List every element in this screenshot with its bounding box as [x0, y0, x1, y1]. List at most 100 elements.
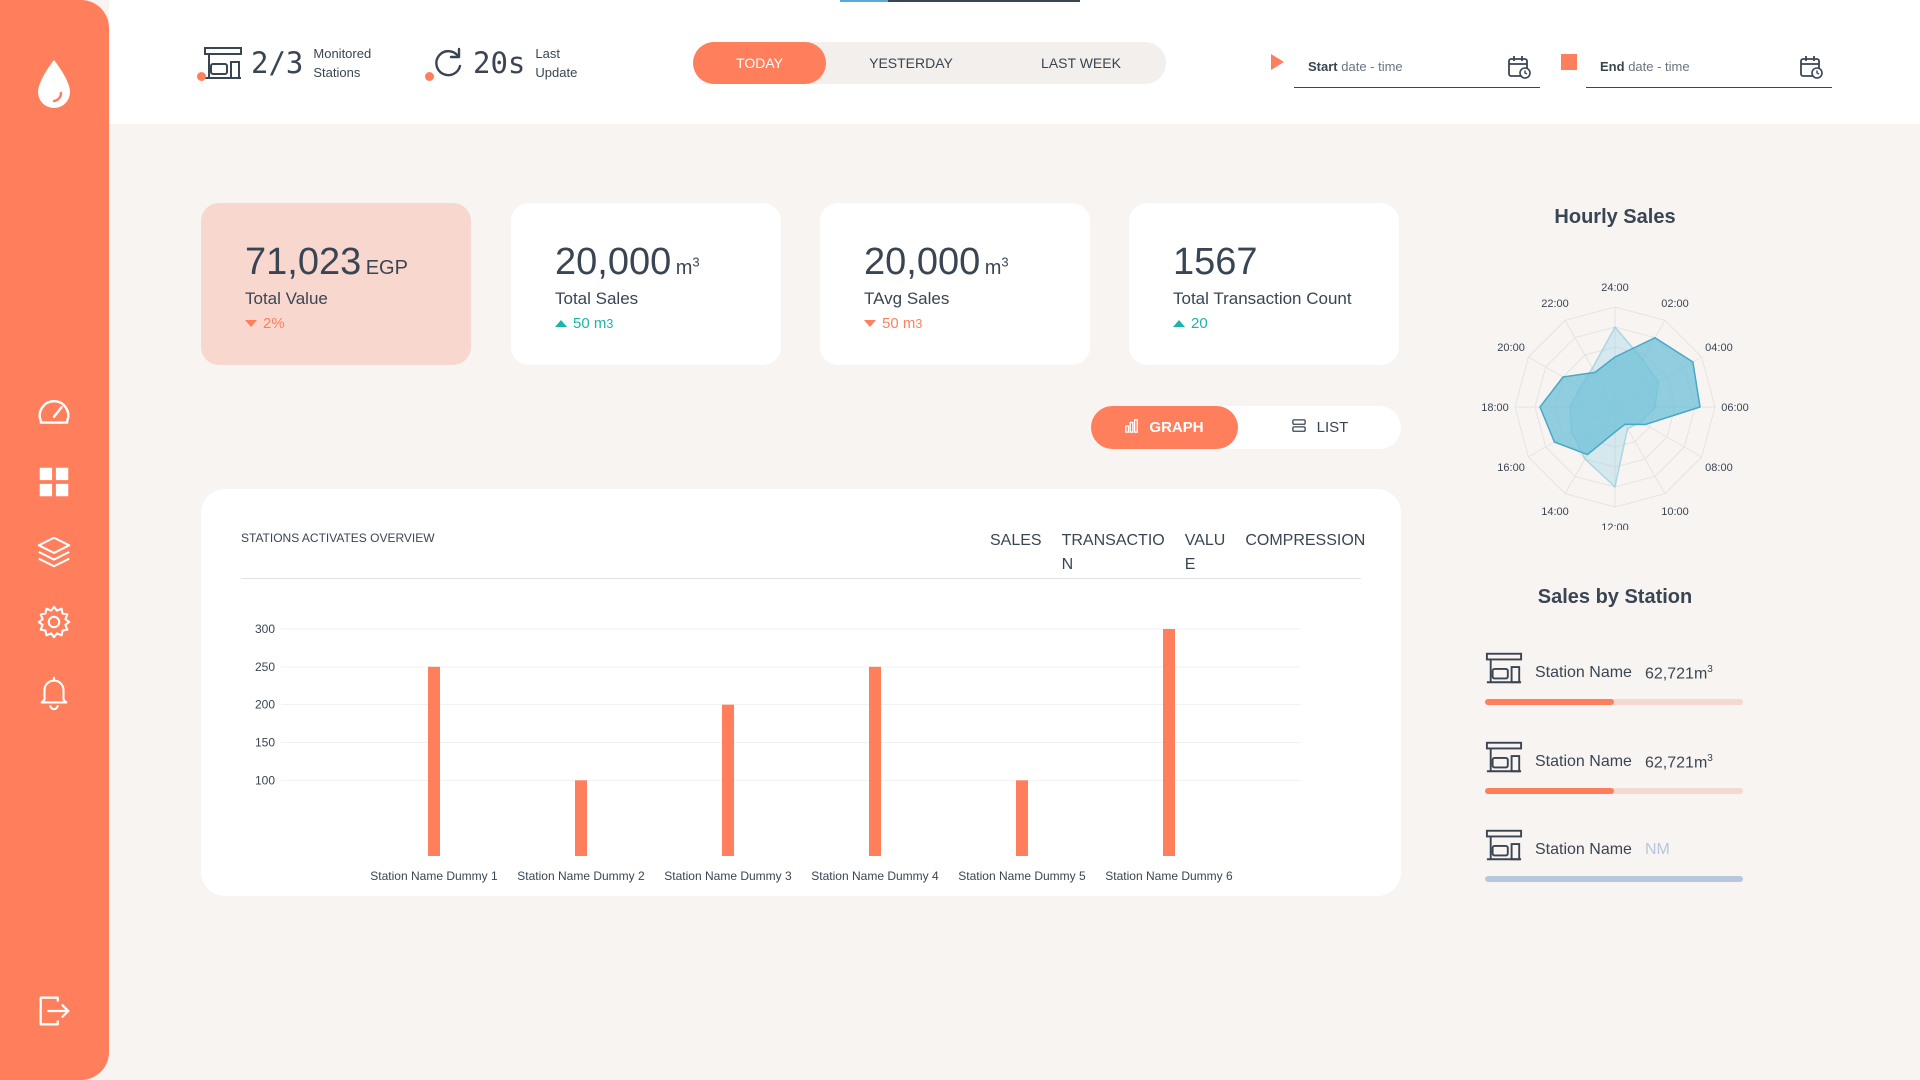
- stations-label: Monitored Stations: [313, 46, 372, 80]
- kpi-unit: m3: [675, 254, 700, 279]
- kpi-value: 20,000: [864, 241, 981, 283]
- bar: [869, 666, 881, 856]
- stations-bar-chart: 100 150 200 250 300 Station Name Dummy 1 Stati…: [255, 622, 1301, 883]
- kpi-value: 71,023: [245, 241, 362, 283]
- start-date-field[interactable]: Start date - time: [1294, 46, 1540, 88]
- kpi-delta: 20: [1173, 315, 1399, 332]
- x-tick-label: Station Name Dummy 6: [1105, 869, 1233, 883]
- radar-axis-label: 12:00: [1601, 522, 1629, 530]
- update-label: Last Update: [535, 46, 578, 80]
- kpi-label: TAvg Sales: [864, 289, 950, 308]
- bar: [722, 704, 734, 856]
- layers-icon[interactable]: [33, 531, 75, 573]
- start-date-label: Start date - time: [1308, 59, 1403, 74]
- calendar-icon[interactable]: [1506, 54, 1532, 80]
- list-view-label: LIST: [1316, 419, 1349, 436]
- top-scroll-indicator: [840, 0, 1080, 2]
- kpi-value: 1567: [1173, 241, 1258, 283]
- station-value: NM: [1645, 841, 1670, 858]
- radar-axis-label: 06:00: [1721, 402, 1749, 414]
- last-update-stat: 20s Last Update: [425, 38, 605, 88]
- end-date-field[interactable]: End date - time: [1586, 46, 1832, 88]
- kpi-avg-sales[interactable]: 20,000 m3 TAvg Sales 50 m3: [820, 203, 1090, 365]
- x-tick-label: Station Name Dummy 1: [370, 869, 498, 883]
- station-sales-row[interactable]: Station Name 62,721m3: [1485, 740, 1745, 800]
- x-tick-label: Station Name Dummy 5: [958, 869, 1086, 883]
- end-date-label: End date - time: [1600, 59, 1690, 74]
- dashboard-grid-icon[interactable]: [33, 461, 75, 503]
- logout-icon[interactable]: [33, 990, 75, 1032]
- kpi-total-sales[interactable]: 20,000 m3 Total Sales 50 m3: [511, 203, 781, 365]
- kpi-transaction-count[interactable]: 1567 Total Transaction Count 20: [1129, 203, 1399, 365]
- kpi-unit: m3: [984, 254, 1009, 279]
- stations-overview-card: STATIONS ACTIVATES OVERVIEW SALES TRANSA…: [201, 489, 1401, 896]
- hourly-sales-radar-chart: 24:00 02:00 04:00 06:00 08:00 10:00 12:00 14:00…: [1481, 282, 1749, 530]
- list-view-button[interactable]: LIST: [1238, 406, 1401, 449]
- station-progress-bar: [1485, 876, 1743, 882]
- sidebar: [0, 0, 109, 1080]
- y-tick-label: 150: [255, 736, 275, 750]
- kpi-delta: 50 m3: [555, 315, 781, 332]
- date-range-selector: TODAY YESTERDAY LAST WEEK: [693, 42, 1166, 84]
- trend-up-icon: [555, 320, 567, 327]
- y-tick-label: 200: [255, 698, 275, 712]
- station-sales-row[interactable]: Station Name NM: [1485, 828, 1745, 888]
- bar-chart-icon: [1125, 418, 1139, 437]
- radar-axis-label: 02:00: [1661, 298, 1689, 310]
- sales-by-station-title: Sales by Station: [1537, 586, 1693, 608]
- range-last-week-button[interactable]: LAST WEEK: [996, 42, 1166, 84]
- range-today-button[interactable]: TODAY: [693, 42, 826, 84]
- radar-axis-label: 10:00: [1661, 506, 1689, 518]
- station-sales-row[interactable]: Station Name 62,721m3: [1485, 651, 1745, 711]
- trend-down-icon: [864, 320, 876, 327]
- bar: [428, 666, 440, 856]
- start-marker-icon: [1271, 54, 1284, 70]
- calendar-icon[interactable]: [1798, 54, 1824, 80]
- fuel-station-icon: [203, 46, 243, 80]
- refresh-icon[interactable]: [431, 46, 465, 80]
- graph-view-label: GRAPH: [1149, 419, 1204, 436]
- kpi-total-value[interactable]: 71,023 EGP Total Value 2%: [201, 203, 471, 365]
- radar-axis-label: 24:00: [1601, 282, 1629, 294]
- bell-icon[interactable]: [33, 671, 75, 713]
- kpi-label: Total Sales: [555, 289, 639, 308]
- speedometer-icon[interactable]: [33, 392, 75, 434]
- kpi-value: 20,000: [555, 241, 672, 283]
- y-tick-label: 300: [255, 622, 275, 636]
- monitored-stations-stat: 2/3 Monitored Stations: [197, 38, 383, 88]
- y-tick-label: 100: [255, 773, 275, 787]
- radar-axis-label: 22:00: [1541, 298, 1569, 310]
- kpi-label: Total Value: [245, 289, 328, 308]
- kpi-delta: 50 m3: [864, 315, 1090, 332]
- status-dot: [197, 72, 206, 81]
- hourly-sales-title: Hourly Sales: [1554, 206, 1676, 228]
- range-yesterday-button[interactable]: YESTERDAY: [826, 42, 996, 84]
- radar-axis-label: 14:00: [1541, 506, 1569, 518]
- y-tick-label: 250: [255, 660, 275, 674]
- bar: [1163, 629, 1175, 856]
- fuel-station-icon: [1485, 740, 1523, 778]
- radar-axis-label: 08:00: [1705, 462, 1733, 474]
- view-toggle: GRAPH LIST: [1091, 406, 1401, 449]
- kpi-unit: EGP: [365, 257, 408, 279]
- gear-icon[interactable]: [33, 601, 75, 643]
- radar-axis-label: 20:00: [1497, 342, 1525, 354]
- list-icon: [1291, 418, 1307, 437]
- station-progress-bar: [1485, 699, 1743, 705]
- fuel-station-icon: [1485, 828, 1523, 866]
- trend-up-icon: [1173, 320, 1185, 327]
- x-tick-label: Station Name Dummy 2: [517, 869, 645, 883]
- station-name: Station Name: [1535, 841, 1632, 858]
- trend-down-icon: [245, 320, 257, 327]
- drop-icon[interactable]: [33, 58, 75, 110]
- end-marker-icon: [1561, 54, 1577, 70]
- graph-view-button[interactable]: GRAPH: [1091, 406, 1238, 449]
- update-interval: 20s: [473, 46, 526, 80]
- station-name: Station Name: [1535, 753, 1632, 770]
- x-tick-label: Station Name Dummy 4: [811, 869, 939, 883]
- radar-axis-label: 16:00: [1497, 462, 1525, 474]
- status-dot: [425, 72, 434, 81]
- station-value: 62,721m3: [1645, 753, 1713, 772]
- radar-axis-label: 18:00: [1481, 402, 1509, 414]
- kpi-delta: 2%: [245, 315, 471, 332]
